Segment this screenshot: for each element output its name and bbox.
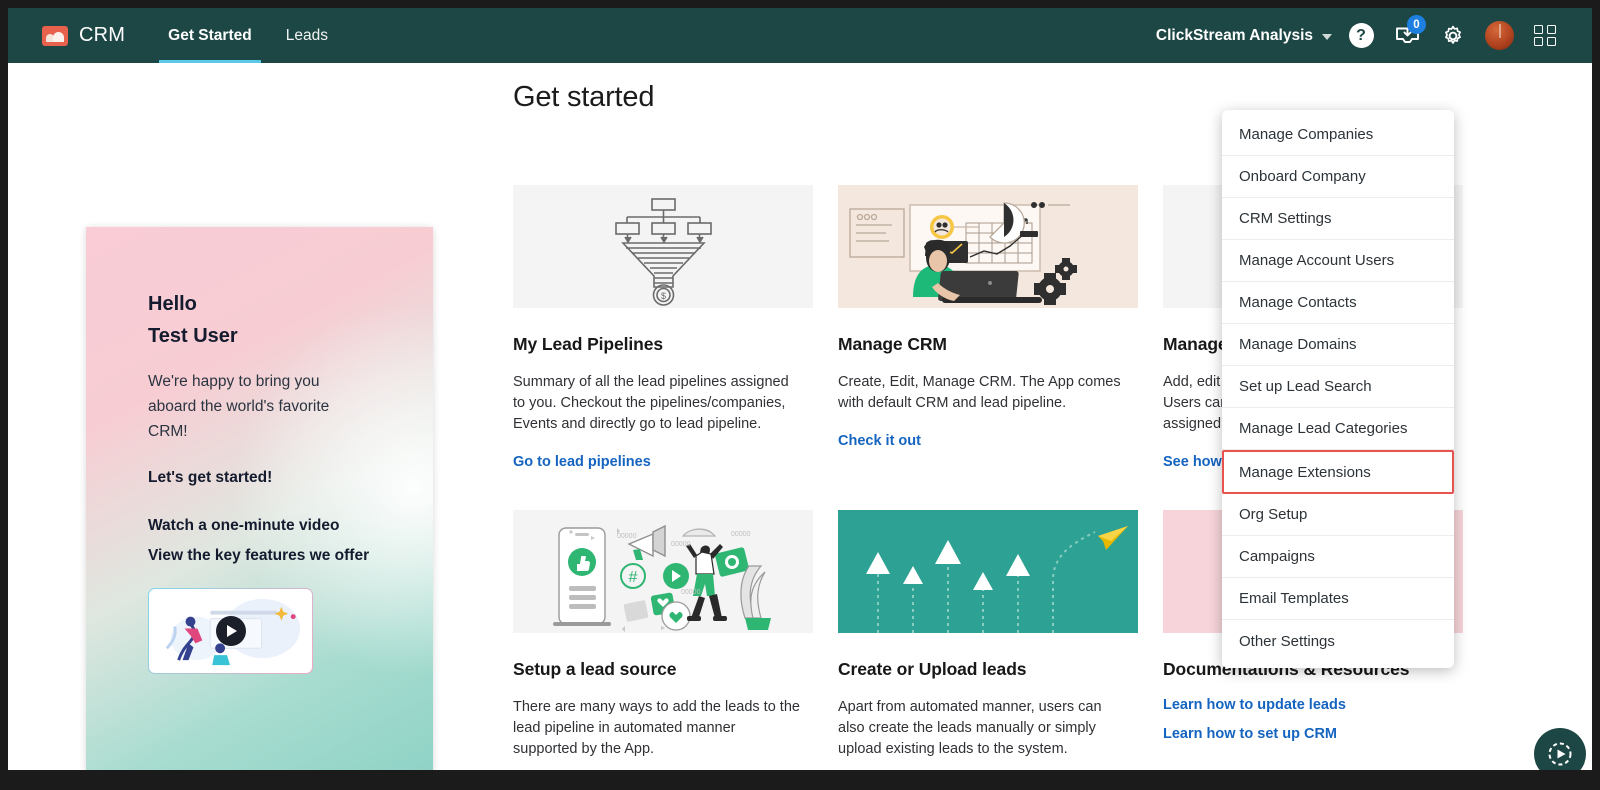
crm-logo-icon	[42, 25, 68, 46]
help-button[interactable]: ?	[1338, 8, 1384, 63]
org-switcher[interactable]: ClickStream Analysis	[1156, 27, 1338, 45]
card-link[interactable]: Check it out	[838, 433, 1163, 449]
window-bottom-bar	[0, 770, 1600, 790]
menu-item-manage-lead-categories[interactable]: Manage Lead Categories	[1222, 408, 1454, 450]
menu-item-manage-extensions[interactable]: Manage Extensions	[1222, 450, 1454, 494]
card-description: Summary of all the lead pipelines assign…	[513, 374, 789, 432]
brand-name: CRM	[79, 24, 126, 46]
play-circle-icon	[1548, 742, 1572, 766]
menu-item-manage-companies[interactable]: Manage Companies	[1222, 114, 1454, 156]
feature-card-manage-crm: Manage CRM Create, Edit, Manage CRM. The…	[838, 185, 1163, 470]
page-body: Get started Hello Test User We're happy …	[8, 63, 1592, 770]
svg-text:00000: 00000	[617, 533, 637, 540]
app-frame: CRM Get Started Leads ClickStream Analys…	[8, 8, 1592, 770]
svg-text:$: $	[661, 291, 666, 301]
analytics-person-illustration-icon	[838, 185, 1138, 308]
svg-text:#: #	[629, 569, 638, 586]
notification-badge: 0	[1407, 15, 1426, 34]
video-thumbnail[interactable]	[148, 588, 313, 674]
chevron-down-icon	[1322, 33, 1332, 40]
menu-item-org-setup[interactable]: Org Setup	[1222, 494, 1454, 536]
avatar	[1484, 21, 1514, 50]
view-features-link[interactable]: View the key features we offer	[148, 547, 433, 565]
screen-root: CRM Get Started Leads ClickStream Analys…	[0, 0, 1600, 790]
card-link[interactable]: Learn how to set up CRM	[1163, 726, 1488, 742]
menu-item-manage-domains[interactable]: Manage Domains	[1222, 324, 1454, 366]
person-analytics-icon	[838, 185, 1138, 308]
welcome-greeting: Hello	[148, 293, 197, 315]
org-switcher-label: ClickStream Analysis	[1155, 26, 1313, 44]
social-icons: # 00000 00000 00000 00000	[513, 510, 813, 633]
paper-planes-illustration-icon	[838, 510, 1138, 633]
menu-item-email-templates[interactable]: Email Templates	[1222, 578, 1454, 620]
svg-text:00000: 00000	[731, 531, 751, 538]
menu-item-manage-contacts[interactable]: Manage Contacts	[1222, 282, 1454, 324]
card-title: My Lead Pipelines	[513, 334, 664, 354]
card-link[interactable]: Learn how to update leads	[1163, 697, 1488, 713]
card-description: There are many ways to add the leads to …	[513, 699, 800, 757]
apps-grid-icon	[1534, 24, 1556, 47]
card-description: Create, Edit, Manage CRM. The App comes …	[838, 374, 1121, 411]
feature-card-setup-lead-source: # 00000 00000 00000 00000 Setup a lead s…	[513, 510, 838, 770]
page-title: Get started	[513, 81, 655, 113]
funnel-icon: $	[615, 198, 712, 306]
welcome-username: Test User	[148, 325, 238, 347]
menu-item-manage-account-users[interactable]: Manage Account Users	[1222, 240, 1454, 282]
card-title: Setup a lead source	[513, 659, 677, 679]
menu-item-onboard-company[interactable]: Onboard Company	[1222, 156, 1454, 198]
svg-text:00000: 00000	[671, 541, 691, 548]
social-marketing-illustration-icon: # 00000 00000 00000 00000	[513, 510, 813, 633]
question-mark-icon: ?	[1348, 23, 1374, 48]
primary-nav-links: Get Started Leads	[151, 8, 345, 63]
card-title: Manage CRM	[838, 334, 947, 354]
card-title: Create or Upload leads	[838, 659, 1027, 679]
menu-item-campaigns[interactable]: Campaigns	[1222, 536, 1454, 578]
user-avatar-button[interactable]	[1476, 8, 1522, 63]
card-description: Apart from automated manner, users can a…	[838, 699, 1102, 757]
play-button-icon[interactable]	[215, 616, 246, 646]
paper-plane-icon	[838, 510, 1138, 633]
menu-item-other-settings[interactable]: Other Settings	[1222, 620, 1454, 662]
brand[interactable]: CRM	[42, 24, 125, 47]
floating-help-button[interactable]	[1534, 728, 1586, 770]
welcome-subtitle: We're happy to bring you aboard the worl…	[148, 373, 330, 440]
welcome-cta-text: Let's get started!	[148, 469, 273, 486]
funnel-illustration-icon: $	[513, 185, 813, 308]
feature-card-my-lead-pipelines: $ My Lead Pipelines Summary of all the l…	[513, 185, 838, 470]
nav-right-cluster: ClickStream Analysis ? 0	[1156, 8, 1568, 63]
watch-video-link[interactable]: Watch a one-minute video	[148, 517, 433, 535]
svg-text:00000: 00000	[681, 589, 701, 596]
top-navigation-bar: CRM Get Started Leads ClickStream Analys…	[8, 8, 1592, 63]
welcome-card: Hello Test User We're happy to bring you…	[86, 227, 433, 770]
menu-item-set-up-lead-search[interactable]: Set up Lead Search	[1222, 366, 1454, 408]
nav-tab-get-started[interactable]: Get Started	[151, 8, 269, 63]
menu-item-crm-settings[interactable]: CRM Settings	[1222, 198, 1454, 240]
feature-card-create-upload-leads: Create or Upload leads Apart from automa…	[838, 510, 1163, 770]
card-link[interactable]: Go to lead pipelines	[513, 454, 838, 470]
settings-button[interactable]	[1430, 8, 1476, 63]
apps-grid-button[interactable]	[1522, 8, 1568, 63]
gear-icon	[1445, 25, 1461, 44]
inbox-button[interactable]: 0	[1384, 8, 1430, 63]
org-settings-dropdown-menu: Manage Companies Onboard Company CRM Set…	[1222, 110, 1454, 668]
nav-tab-leads[interactable]: Leads	[269, 8, 345, 63]
